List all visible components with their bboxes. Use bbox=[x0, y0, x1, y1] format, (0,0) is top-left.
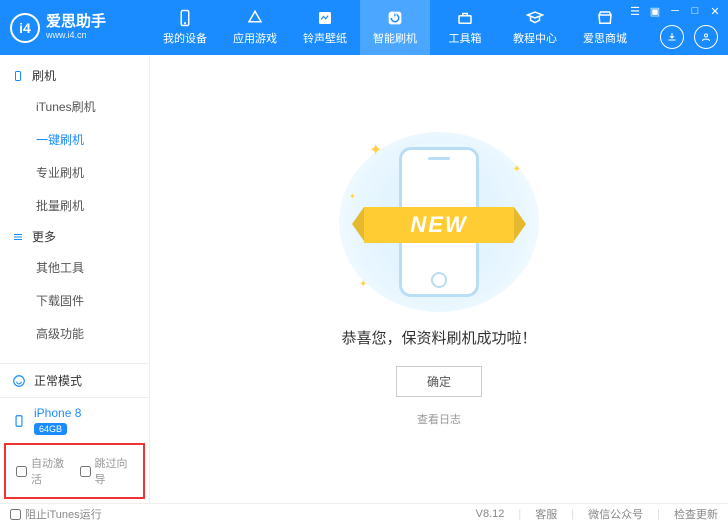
user-button[interactable] bbox=[694, 25, 718, 49]
store-icon bbox=[596, 9, 614, 27]
sidebar-item-onekey-flash[interactable]: 一键刷机 bbox=[0, 123, 149, 156]
section-title: 刷机 bbox=[32, 67, 56, 84]
status-bar: 阻止iTunes运行 V8.12 | 客服 | 微信公众号 | 检查更新 bbox=[0, 503, 728, 524]
nav-label: 爱思商城 bbox=[583, 30, 627, 46]
close-icon[interactable]: ✕ bbox=[708, 4, 722, 18]
maximize-icon[interactable]: □ bbox=[688, 4, 702, 18]
download-button[interactable] bbox=[660, 25, 684, 49]
phone-icon bbox=[12, 70, 24, 82]
settings-icon[interactable]: ☰ bbox=[628, 4, 642, 18]
block-itunes-checkbox[interactable]: 阻止iTunes运行 bbox=[10, 506, 102, 522]
sparkle-icon: ✦ bbox=[369, 140, 382, 160]
mode-icon bbox=[12, 374, 26, 388]
wallpaper-icon bbox=[316, 9, 334, 27]
wechat-link[interactable]: 微信公众号 bbox=[588, 506, 643, 522]
nav-label: 应用游戏 bbox=[233, 30, 277, 46]
apps-icon bbox=[246, 9, 264, 27]
window-controls: ☰ ▣ ─ □ ✕ bbox=[628, 4, 722, 18]
nav-tutorials[interactable]: 教程中心 bbox=[500, 0, 570, 55]
sparkle-icon: ✦ bbox=[359, 279, 367, 290]
success-illustration: ✦ ✦ ✦ ✦ NEW bbox=[339, 132, 539, 312]
sidebar: 刷机 iTunes刷机 一键刷机 专业刷机 批量刷机 更多 其他工具 下载固件 … bbox=[0, 55, 150, 503]
sparkle-icon: ✦ bbox=[513, 164, 521, 175]
flash-options-highlighted: 自动激活 跳过向导 bbox=[4, 443, 145, 499]
device-icon bbox=[176, 9, 194, 27]
sidebar-item-pro-flash[interactable]: 专业刷机 bbox=[0, 156, 149, 189]
top-nav: 我的设备 应用游戏 铃声壁纸 智能刷机 工具箱 教程中心 爱思商城 bbox=[150, 0, 640, 55]
checkbox-label: 阻止iTunes运行 bbox=[25, 506, 102, 522]
check-update-link[interactable]: 检查更新 bbox=[674, 506, 718, 522]
list-icon bbox=[12, 231, 24, 243]
sidebar-section-more[interactable]: 更多 bbox=[0, 222, 149, 251]
sparkle-icon: ✦ bbox=[349, 192, 356, 201]
connected-device[interactable]: iPhone 8 64GB bbox=[0, 398, 149, 443]
auto-activate-checkbox[interactable]: 自动激活 bbox=[16, 455, 70, 487]
sidebar-item-itunes-flash[interactable]: iTunes刷机 bbox=[0, 90, 149, 123]
checkbox-label: 跳过向导 bbox=[95, 455, 134, 487]
nav-label: 工具箱 bbox=[449, 30, 482, 46]
app-header: i4 爱思助手 www.i4.cn 我的设备 应用游戏 铃声壁纸 智能刷机 工具… bbox=[0, 0, 728, 55]
nav-label: 教程中心 bbox=[513, 30, 557, 46]
skin-icon[interactable]: ▣ bbox=[648, 4, 662, 18]
toolbox-icon bbox=[456, 9, 474, 27]
device-storage-badge: 64GB bbox=[34, 423, 67, 435]
nav-label: 我的设备 bbox=[163, 30, 207, 46]
device-name: iPhone 8 bbox=[34, 406, 81, 420]
nav-my-device[interactable]: 我的设备 bbox=[150, 0, 220, 55]
new-ribbon: NEW bbox=[364, 207, 514, 243]
minimize-icon[interactable]: ─ bbox=[668, 4, 682, 18]
main-content: ✦ ✦ ✦ ✦ NEW 恭喜您，保资料刷机成功啦！ 确定 查看日志 bbox=[150, 55, 728, 503]
sidebar-item-download-firmware[interactable]: 下载固件 bbox=[0, 284, 149, 317]
logo-badge-icon: i4 bbox=[10, 13, 40, 43]
sidebar-item-batch-flash[interactable]: 批量刷机 bbox=[0, 189, 149, 222]
mode-label: 正常模式 bbox=[34, 372, 82, 389]
app-title: 爱思助手 bbox=[46, 14, 106, 31]
logo[interactable]: i4 爱思助手 www.i4.cn bbox=[0, 13, 150, 43]
nav-apps-games[interactable]: 应用游戏 bbox=[220, 0, 290, 55]
section-title: 更多 bbox=[32, 228, 56, 245]
flash-icon bbox=[386, 9, 404, 27]
device-icon bbox=[12, 412, 26, 430]
view-log-link[interactable]: 查看日志 bbox=[417, 411, 461, 427]
app-url: www.i4.cn bbox=[46, 31, 106, 41]
nav-ringtone-wallpaper[interactable]: 铃声壁纸 bbox=[290, 0, 360, 55]
sidebar-section-flash[interactable]: 刷机 bbox=[0, 61, 149, 90]
tutorial-icon bbox=[526, 9, 544, 27]
sidebar-item-advanced[interactable]: 高级功能 bbox=[0, 317, 149, 350]
sidebar-item-other-tools[interactable]: 其他工具 bbox=[0, 251, 149, 284]
support-link[interactable]: 客服 bbox=[535, 506, 557, 522]
version-label: V8.12 bbox=[476, 508, 505, 520]
ok-button[interactable]: 确定 bbox=[396, 366, 482, 397]
nav-label: 智能刷机 bbox=[373, 30, 417, 46]
success-message: 恭喜您，保资料刷机成功啦！ bbox=[341, 327, 536, 348]
checkbox-label: 自动激活 bbox=[31, 455, 70, 487]
skip-setup-checkbox[interactable]: 跳过向导 bbox=[80, 455, 134, 487]
nav-label: 铃声壁纸 bbox=[303, 30, 347, 46]
nav-smart-flash[interactable]: 智能刷机 bbox=[360, 0, 430, 55]
nav-toolbox[interactable]: 工具箱 bbox=[430, 0, 500, 55]
device-mode[interactable]: 正常模式 bbox=[0, 363, 149, 398]
